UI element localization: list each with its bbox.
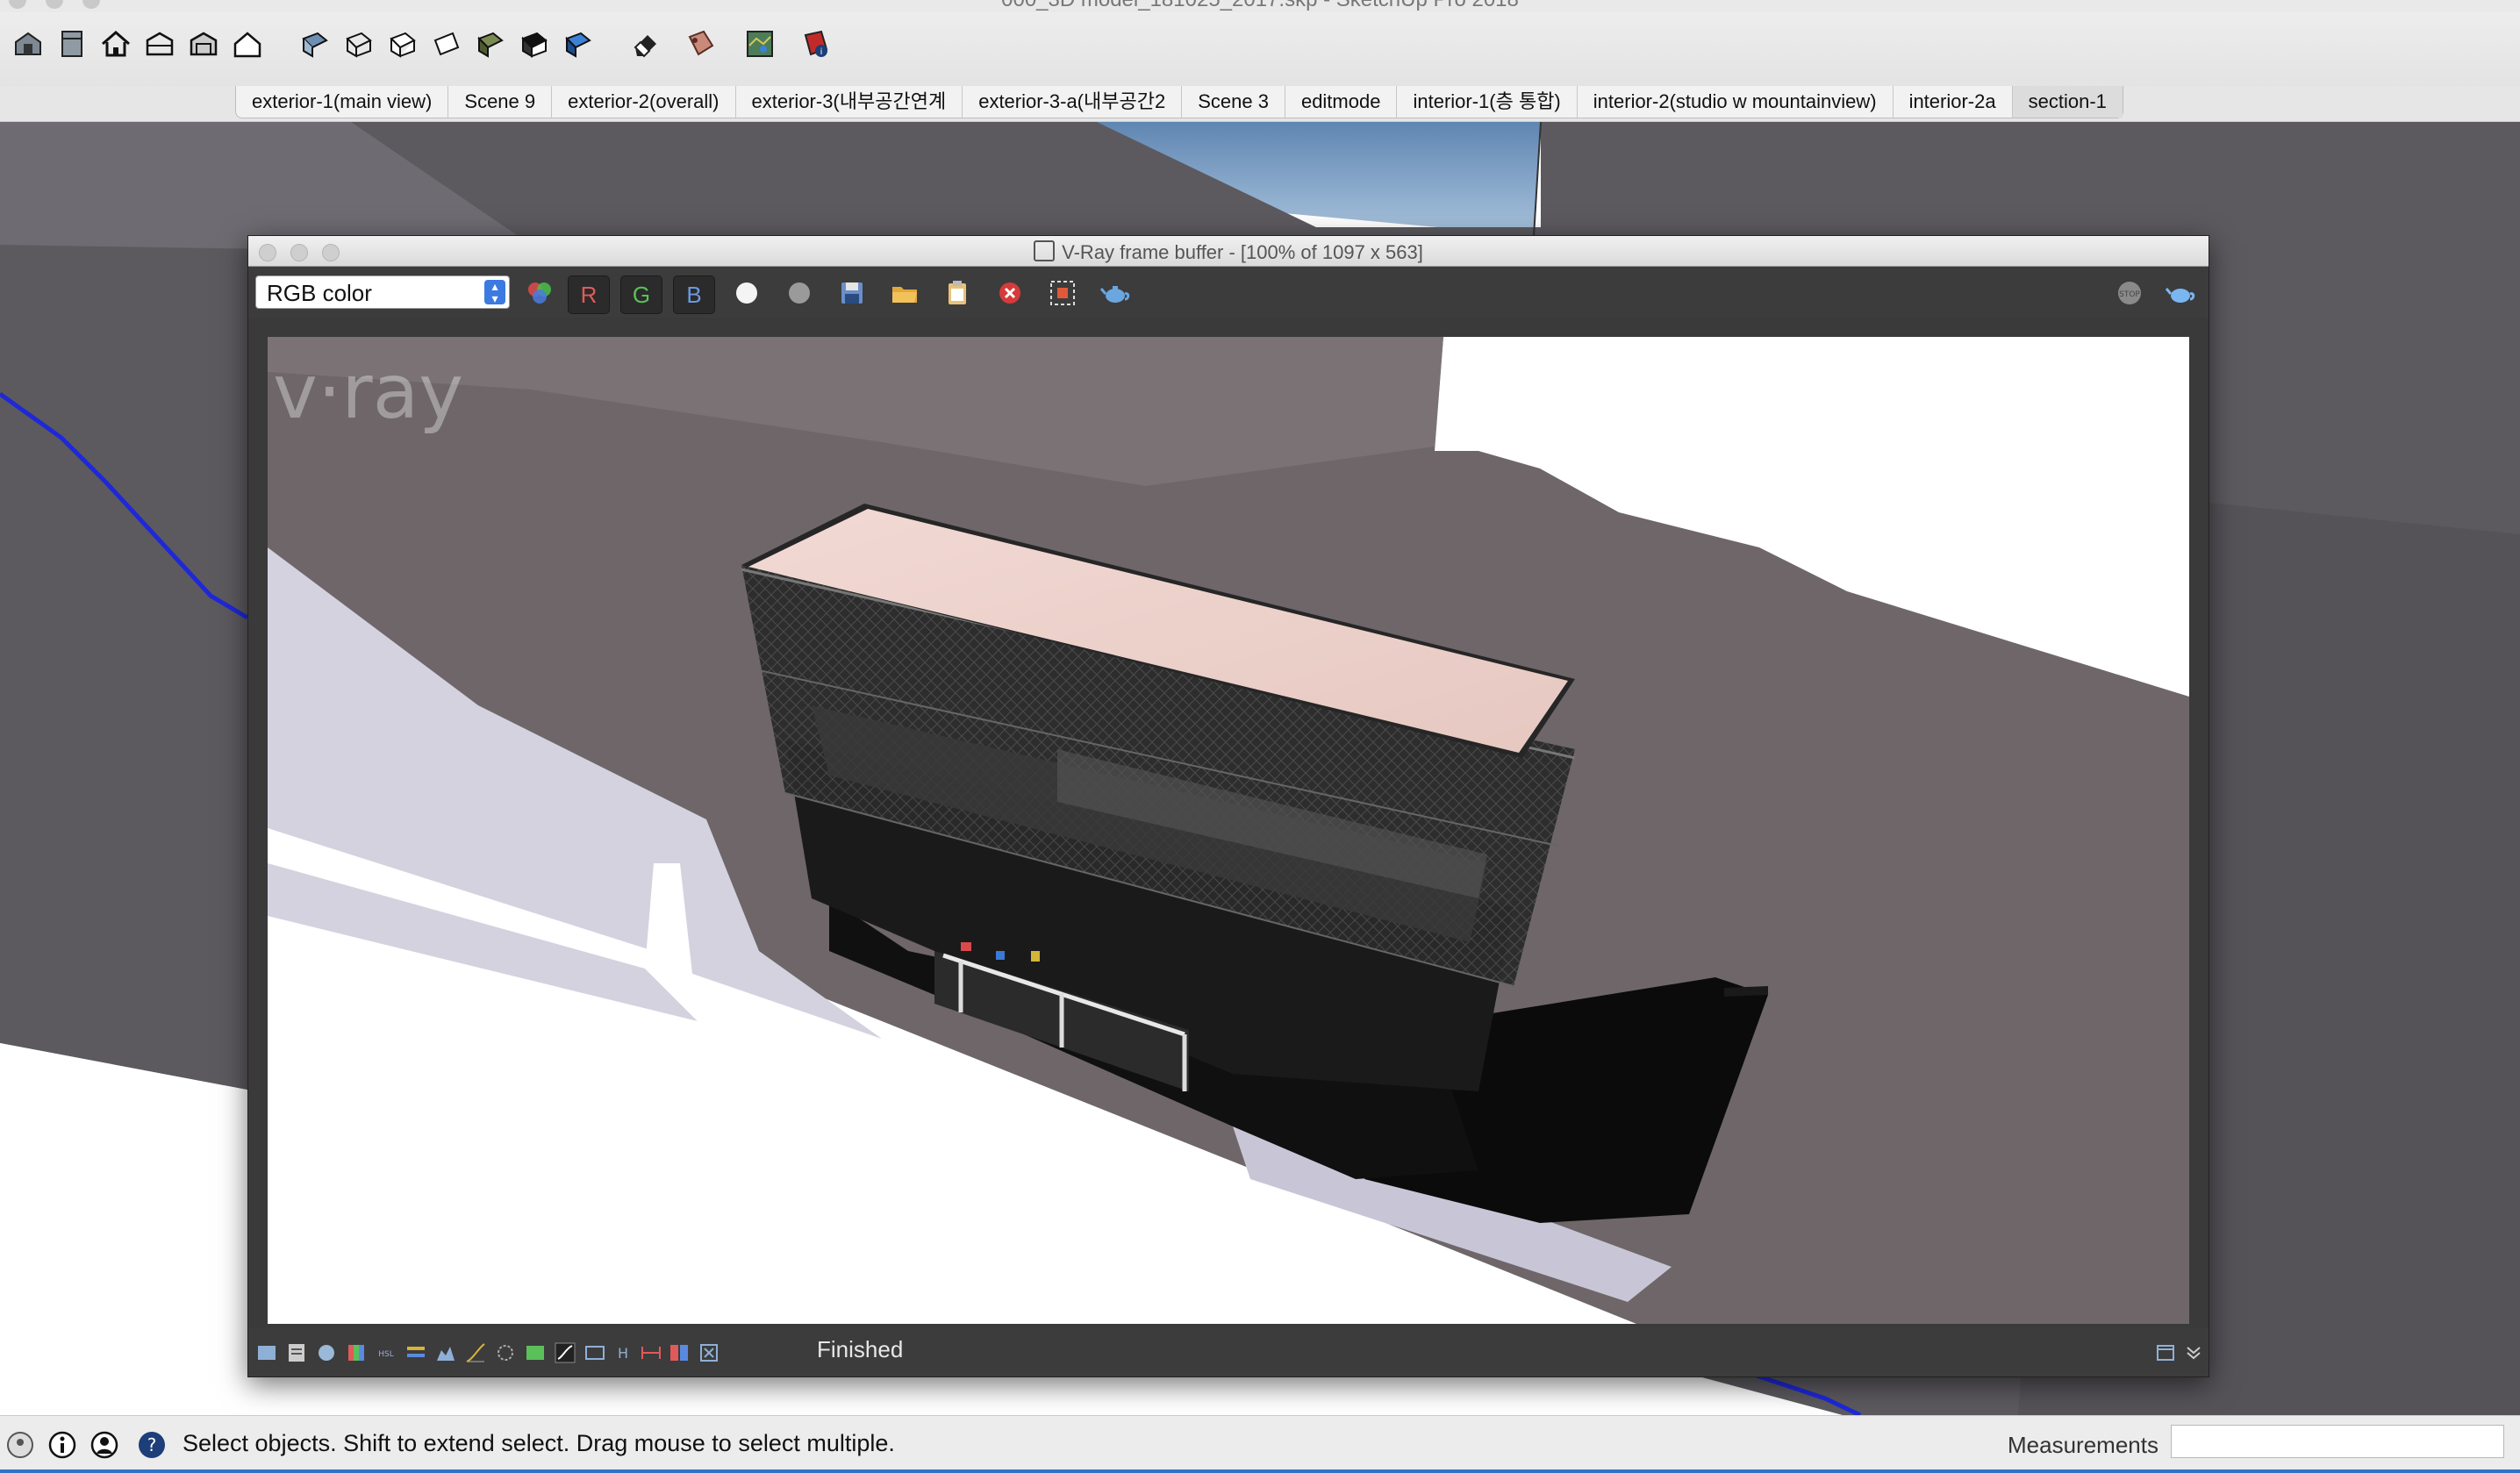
measurements-label: Measurements — [2008, 1432, 2158, 1458]
credits-icon[interactable] — [47, 1430, 77, 1460]
channel-select[interactable]: RGB color ▴ ▾ — [255, 275, 510, 309]
user-account-icon[interactable] — [89, 1430, 119, 1460]
section-icon[interactable] — [560, 26, 595, 61]
window-title: 000_3D model_181025_2017.skp - SketchUp … — [0, 0, 2520, 12]
hidden-line-icon[interactable] — [384, 26, 419, 61]
ocio-icon[interactable] — [583, 1341, 606, 1364]
vray-watermark: v·ray — [273, 348, 463, 436]
scene-tab-section-1[interactable]: section-1 — [2012, 86, 2123, 118]
blue-channel-button[interactable]: B — [673, 275, 715, 314]
color-channels-icon[interactable] — [520, 275, 559, 311]
color-balance-icon[interactable] — [404, 1341, 427, 1364]
model-info-icon[interactable]: i — [798, 26, 834, 61]
exposure-icon[interactable] — [494, 1341, 517, 1364]
chevron-down-icon[interactable] — [2182, 1341, 2205, 1364]
back-view-icon[interactable] — [186, 26, 221, 61]
scene-tab-exterior-2[interactable]: exterior-2(overall) — [552, 86, 736, 118]
open-folder-icon[interactable] — [885, 275, 924, 311]
scene-tab-bar: exterior-1(main view) Scene 9 exterior-2… — [0, 86, 2520, 122]
channel-select-value: RGB color — [267, 280, 372, 306]
svg-text:H: H — [618, 1345, 628, 1362]
main-toolbar: i — [0, 12, 2520, 88]
vfb-title: V-Ray frame buffer - [100% of 1097 x 563… — [1062, 241, 1423, 263]
measurements-input[interactable] — [2171, 1425, 2504, 1458]
vfb-titlebar[interactable]: V-Ray frame buffer - [100% of 1097 x 563… — [248, 236, 2209, 267]
home-icon[interactable] — [98, 26, 133, 61]
scene-tab-scene-9[interactable]: Scene 9 — [448, 86, 553, 118]
rendered-image[interactable]: v·ray — [268, 337, 2189, 1324]
scene-tab-interior-2[interactable]: interior-2(studio w mountainview) — [1578, 86, 1894, 118]
scene-tab-editmode[interactable]: editmode — [1285, 86, 1398, 118]
svg-text:STOP: STOP — [2119, 290, 2140, 299]
h-icon[interactable]: H — [612, 1341, 634, 1364]
stop-render-icon[interactable]: STOP — [2110, 275, 2149, 311]
region-render-icon[interactable] — [1043, 275, 1082, 311]
map-icon[interactable] — [742, 26, 777, 61]
ab-compare-icon[interactable] — [668, 1341, 691, 1364]
gray-circle-icon[interactable] — [780, 275, 819, 311]
expand-panel-icon[interactable] — [2154, 1341, 2177, 1364]
scene-tab-interior-2a[interactable]: interior-2a — [1894, 86, 2013, 118]
paint-bucket-icon[interactable] — [683, 26, 718, 61]
svg-text:HSL: HSL — [378, 1350, 394, 1359]
info-icon[interactable] — [315, 1341, 338, 1364]
clipboard-icon[interactable] — [938, 275, 977, 311]
pixel-info-icon[interactable] — [698, 1341, 720, 1364]
red-channel-button[interactable]: R — [568, 275, 610, 314]
history-icon[interactable] — [255, 1341, 278, 1364]
vray-logo-icon — [1034, 240, 1056, 261]
white-circle-icon[interactable] — [727, 275, 766, 311]
shaded-textures-icon[interactable] — [472, 26, 507, 61]
xray-icon[interactable] — [297, 26, 332, 61]
green-channel-button[interactable]: G — [620, 275, 662, 314]
clear-image-icon[interactable] — [991, 275, 1029, 311]
save-image-icon[interactable] — [833, 275, 871, 311]
render-log-icon[interactable] — [285, 1341, 308, 1364]
monochrome-icon[interactable] — [516, 26, 551, 61]
scene-tab-exterior-1[interactable]: exterior-1(main view) — [236, 86, 449, 118]
vray-frame-buffer-window[interactable]: V-Ray frame buffer - [100% of 1097 x 563… — [247, 235, 2209, 1377]
render-scene: v·ray — [268, 337, 2189, 1324]
curves-icon[interactable] — [464, 1341, 487, 1364]
geolocation-icon[interactable] — [5, 1430, 35, 1460]
scene-tab-interior-1[interactable]: interior-1(층 통합) — [1397, 86, 1578, 118]
compare-icon[interactable] — [640, 1341, 662, 1364]
render-teapot-icon[interactable] — [1096, 275, 1135, 311]
scene-tab-scene-3[interactable]: Scene 3 — [1182, 86, 1285, 118]
shaded-icon[interactable] — [428, 26, 463, 61]
lut-icon[interactable] — [524, 1341, 547, 1364]
lens-effects-icon[interactable] — [554, 1341, 576, 1364]
scene-tab-exterior-3[interactable]: exterior-3(내부공간연계 — [736, 86, 963, 118]
dock-edge — [0, 1469, 2520, 1473]
render-status: Finished — [817, 1336, 904, 1362]
svg-text:i: i — [820, 47, 823, 57]
vfb-status-bar: HSL H Finished — [248, 1327, 2209, 1376]
front-view-icon[interactable] — [142, 26, 177, 61]
wireframe-icon[interactable] — [340, 26, 376, 61]
house-outline-icon[interactable] — [230, 26, 265, 61]
levels-icon[interactable] — [434, 1341, 457, 1364]
components-icon[interactable] — [54, 26, 89, 61]
start-render-teapot-icon[interactable] — [2161, 275, 2200, 311]
color-corrections-icon[interactable] — [345, 1341, 368, 1364]
help-icon[interactable]: ? — [137, 1430, 167, 1460]
status-bar: ? Select objects. Shift to extend select… — [0, 1415, 2520, 1473]
vfb-toolbar: RGB color ▴ ▾ R G B STOP — [248, 267, 2209, 318]
warehouse-icon[interactable] — [11, 26, 46, 61]
svg-text:?: ? — [147, 1434, 157, 1455]
eraser-icon[interactable] — [628, 26, 663, 61]
status-message: Select objects. Shift to extend select. … — [183, 1430, 895, 1456]
select-arrows-icon: ▴ ▾ — [484, 280, 505, 304]
hsl-icon[interactable]: HSL — [375, 1341, 397, 1364]
window-titlebar: 000_3D model_181025_2017.skp - SketchUp … — [0, 0, 2520, 12]
scene-tab-exterior-3-a[interactable]: exterior-3-a(내부공간2 — [963, 86, 1183, 118]
